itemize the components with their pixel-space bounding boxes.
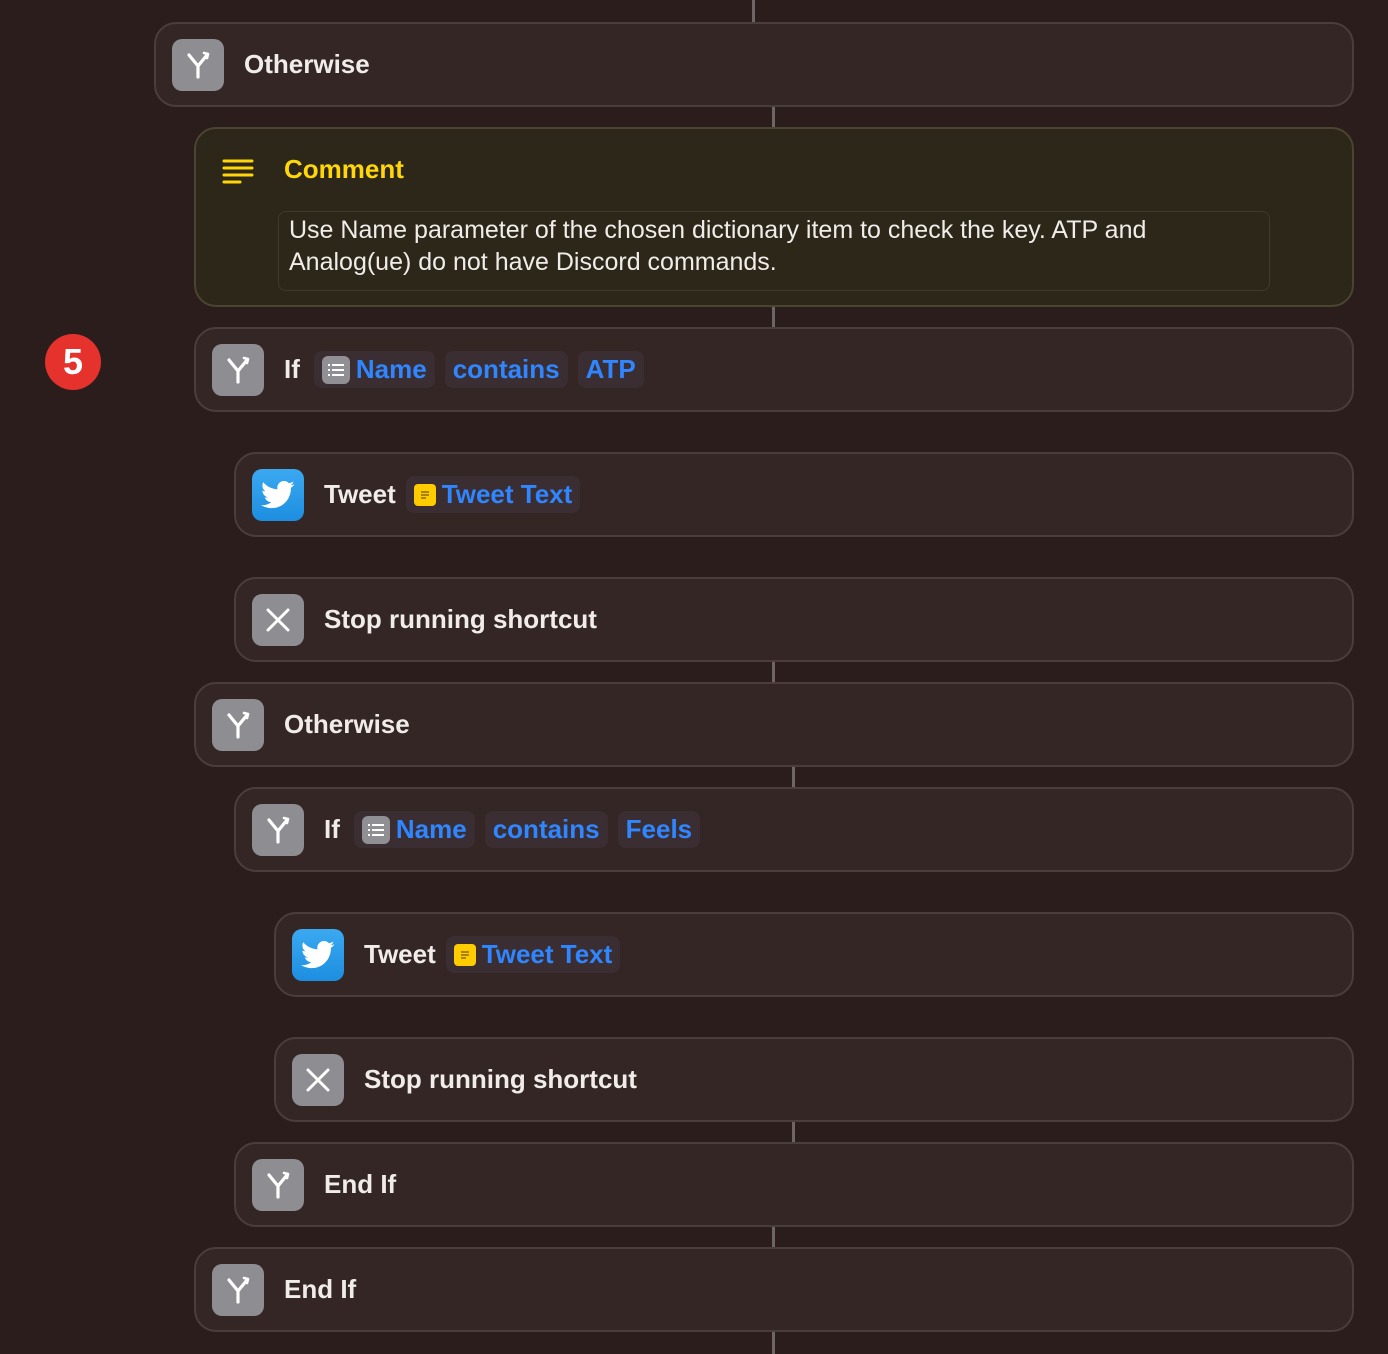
note-icon: [413, 483, 436, 506]
step-badge: 5: [45, 334, 101, 390]
tweet-text-variable: Tweet Text: [441, 479, 573, 509]
stop-label: Stop running shortcut: [324, 604, 597, 634]
variable-token[interactable]: Name: [353, 811, 475, 848]
connector: [792, 1121, 795, 1143]
variable-name: Name: [355, 354, 427, 384]
end-if-block[interactable]: End If: [234, 1142, 1354, 1227]
value-token[interactable]: ATP: [577, 351, 644, 388]
stop-shortcut-block[interactable]: Stop running shortcut: [234, 577, 1354, 662]
variable-name: Name: [395, 814, 467, 844]
list-icon: [321, 355, 350, 384]
connector: [772, 661, 775, 683]
branch-icon: [212, 1263, 264, 1316]
stop-label: Stop running shortcut: [364, 1064, 637, 1094]
tweet-text-token[interactable]: Tweet Text: [405, 476, 581, 513]
if-keyword: If: [324, 814, 340, 844]
comment-title: Comment: [284, 154, 404, 184]
branch-icon: [252, 1158, 304, 1211]
connector: [792, 766, 795, 788]
operator-token[interactable]: contains: [484, 811, 608, 848]
tweet-label: Tweet: [364, 939, 436, 969]
tweet-label: Tweet: [324, 479, 396, 509]
stop-shortcut-block[interactable]: Stop running shortcut: [274, 1037, 1354, 1122]
connector: [772, 1226, 775, 1248]
variable-token[interactable]: Name: [313, 351, 435, 388]
value-token[interactable]: Feels: [617, 811, 701, 848]
tweet-block[interactable]: Tweet Tweet Text: [274, 912, 1354, 997]
branch-icon: [212, 343, 264, 396]
comment-lines-icon: [222, 158, 254, 191]
connector: [772, 1331, 775, 1354]
tweet-text-variable: Tweet Text: [481, 939, 613, 969]
end-if-block[interactable]: End If: [194, 1247, 1354, 1332]
twitter-icon: [252, 468, 304, 521]
note-icon: [453, 943, 476, 966]
operator-token[interactable]: contains: [444, 351, 568, 388]
branch-icon: [212, 698, 264, 751]
otherwise-block[interactable]: Otherwise: [194, 682, 1354, 767]
otherwise-label: Otherwise: [244, 49, 370, 79]
end-if-label: End If: [324, 1169, 397, 1199]
close-icon: [292, 1053, 344, 1106]
tweet-text-token[interactable]: Tweet Text: [445, 936, 621, 973]
if-block[interactable]: If Name contains Feels: [234, 787, 1354, 872]
list-icon: [361, 815, 390, 844]
otherwise-label: Otherwise: [284, 709, 410, 739]
if-block[interactable]: If Name contains ATP: [194, 327, 1354, 412]
branch-icon: [172, 38, 224, 91]
connector: [772, 306, 775, 328]
branch-icon: [252, 803, 304, 856]
connector: [772, 106, 775, 128]
if-keyword: If: [284, 354, 300, 384]
twitter-icon: [292, 928, 344, 981]
comment-block[interactable]: Comment Use Name parameter of the chosen…: [194, 127, 1354, 307]
connector: [752, 0, 755, 22]
end-if-label: End If: [284, 1274, 357, 1304]
close-icon: [252, 593, 304, 646]
comment-text-field[interactable]: Use Name parameter of the chosen diction…: [278, 211, 1270, 291]
tweet-block[interactable]: Tweet Tweet Text: [234, 452, 1354, 537]
otherwise-block[interactable]: Otherwise: [154, 22, 1354, 107]
